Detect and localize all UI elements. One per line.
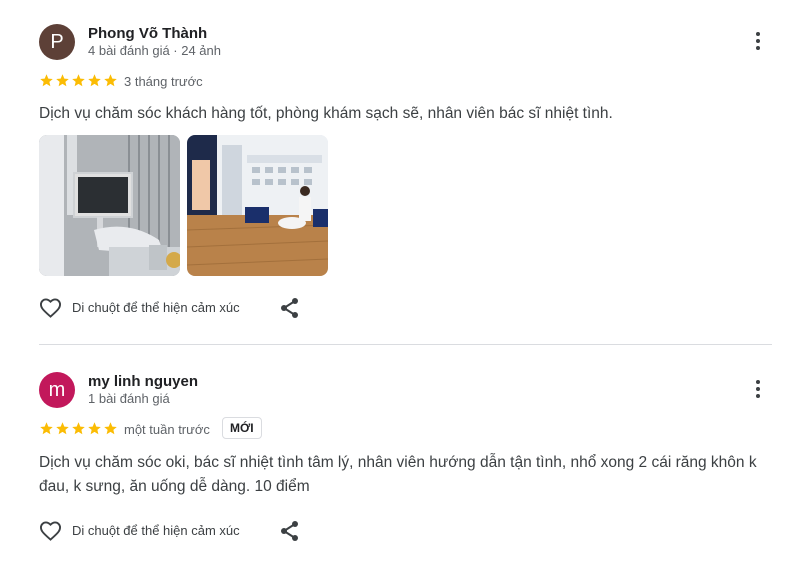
- review-text: Dịch vụ chăm sóc khách hàng tốt, phòng k…: [39, 105, 613, 122]
- star-icon: [72, 74, 85, 87]
- star-icon: [40, 422, 53, 435]
- star-icon: [72, 422, 85, 435]
- avatar-letter: m: [48, 378, 66, 401]
- reviewer-meta: 4 bài đánh giá · 24 ảnh: [88, 43, 221, 58]
- star-rating: [39, 73, 118, 88]
- share-button[interactable]: [280, 520, 300, 547]
- more-vert-icon-dot: [756, 39, 760, 43]
- review-text-line: Dịch vụ chăm sóc oki, bác sĩ nhiệt tình …: [39, 454, 757, 471]
- reviewer-name[interactable]: my linh nguyen: [88, 373, 198, 390]
- more-vert-icon-dot: [756, 46, 760, 50]
- avatar[interactable]: P: [39, 24, 75, 60]
- react-label: Di chuột để thể hiện cảm xúc: [72, 523, 240, 538]
- more-vert-icon: [756, 380, 760, 384]
- heart-outline-icon: [39, 521, 62, 541]
- dental-chair-photo: [39, 135, 180, 276]
- clinic-waiting-room-photo: [187, 135, 328, 276]
- review-text-line: đau, k sưng, ăn uống dễ dàng. 10 điểm: [39, 478, 310, 495]
- heart-outline-icon: [39, 298, 62, 318]
- star-icon: [104, 74, 117, 87]
- reviewer-name[interactable]: Phong Võ Thành: [88, 25, 207, 42]
- star-rating: [39, 421, 118, 436]
- react-label: Di chuột để thể hiện cảm xúc: [72, 300, 240, 315]
- more-vert-icon-dot: [756, 387, 760, 391]
- share-icon: [281, 298, 298, 318]
- star-icon: [56, 422, 69, 435]
- star-icon: [104, 422, 117, 435]
- review-time: 3 tháng trước: [124, 74, 203, 89]
- review-card: P Phong Võ Thành 4 bài đánh giá · 24 ảnh…: [0, 0, 800, 340]
- star-icon: [40, 74, 53, 87]
- review-time: một tuần trước: [124, 422, 210, 437]
- more-options-button[interactable]: [748, 28, 768, 54]
- star-icon: [88, 422, 101, 435]
- avatar-letter: P: [50, 30, 64, 53]
- more-vert-icon: [756, 32, 760, 36]
- star-icon: [88, 74, 101, 87]
- more-vert-icon-dot: [756, 394, 760, 398]
- star-icon: [56, 74, 69, 87]
- share-icon: [281, 521, 298, 541]
- review-photo-waiting-room[interactable]: [187, 135, 328, 276]
- avatar[interactable]: m: [39, 372, 75, 408]
- more-options-button[interactable]: [748, 376, 768, 402]
- review-photo-dental-chair[interactable]: [39, 135, 180, 276]
- new-badge: MỚI: [222, 417, 262, 439]
- share-button[interactable]: [280, 297, 300, 324]
- react-button[interactable]: Di chuột để thể hiện cảm xúc: [39, 297, 240, 318]
- react-button[interactable]: Di chuột để thể hiện cảm xúc: [39, 520, 240, 541]
- reviewer-meta: 1 bài đánh giá: [88, 391, 170, 406]
- review-card: m my linh nguyen 1 bài đánh giá một tuần…: [0, 345, 800, 567]
- review-text: Dịch vụ chăm sóc oki, bác sĩ nhiệt tình …: [39, 451, 779, 499]
